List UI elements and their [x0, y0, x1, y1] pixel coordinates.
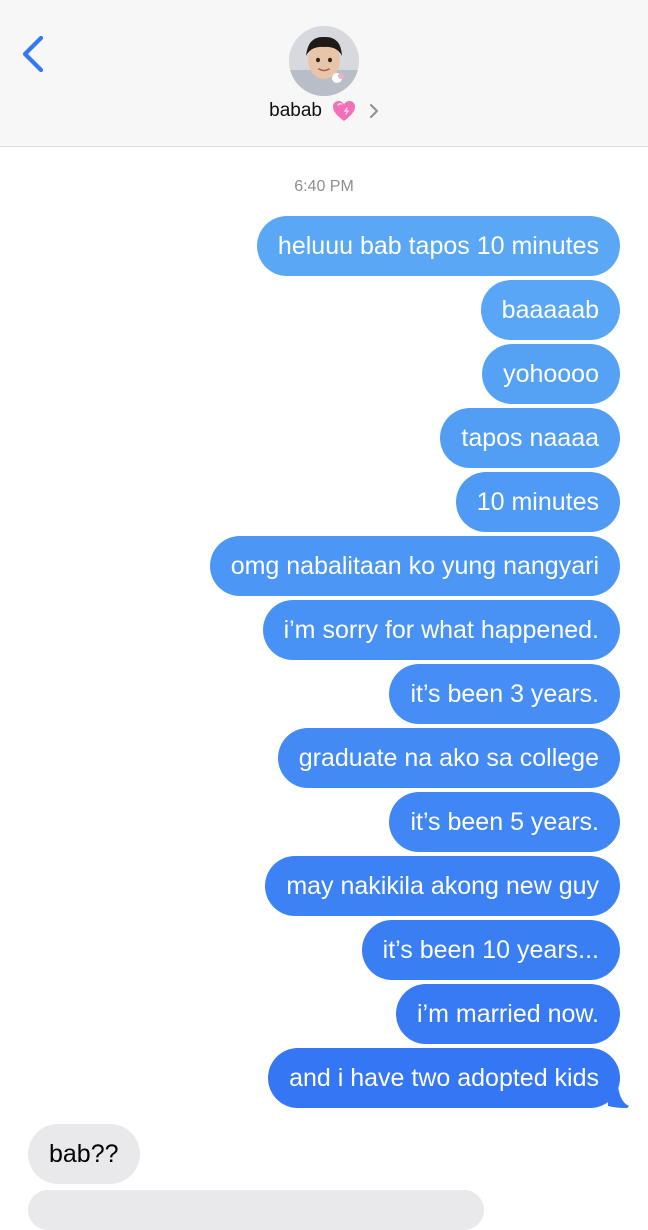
sent-message-bubble[interactable]: tapos naaaa	[440, 408, 620, 468]
sent-message-bubble[interactable]: may nakikila akong new guy	[265, 856, 620, 916]
conversation-header: babab	[0, 0, 648, 147]
chevron-left-icon	[22, 35, 44, 73]
sent-message-bubble[interactable]: i’m sorry for what happened.	[262, 600, 620, 660]
message-timestamp: 6:40 PM	[294, 178, 354, 195]
sent-message-bubble[interactable]: baaaaab	[480, 280, 620, 340]
sent-message-bubble[interactable]: it’s been 3 years.	[389, 664, 620, 724]
received-message-bubble[interactable]: bab??	[28, 1124, 140, 1184]
contact-photo	[289, 26, 359, 96]
sent-message-bubble[interactable]: it’s been 10 years...	[361, 920, 620, 980]
sent-message-bubble[interactable]: omg nabalitaan ko yung nangyari	[209, 536, 620, 596]
sent-message-bubble[interactable]: 10 minutes	[455, 472, 620, 532]
sent-message-bubble[interactable]: i’m married now.	[396, 984, 620, 1044]
contact-name: babab	[269, 100, 322, 121]
sent-message-bubble[interactable]: graduate na ako sa college	[277, 728, 620, 788]
sent-message-bubble[interactable]: and i have two adopted kids	[268, 1048, 620, 1108]
pink-heart-icon	[333, 101, 356, 121]
sent-message-bubble[interactable]: yohoooo	[482, 344, 620, 404]
chevron-right-icon	[369, 104, 378, 118]
back-button[interactable]	[14, 30, 54, 80]
contact-info-button[interactable]: babab	[0, 100, 648, 132]
received-message-bubble-partial[interactable]	[28, 1190, 484, 1230]
avatar[interactable]	[289, 26, 359, 96]
sent-message-bubble[interactable]: heluuu bab tapos 10 minutes	[256, 216, 620, 276]
sent-message-bubble[interactable]: it’s been 5 years.	[389, 792, 620, 852]
bubble-tail	[608, 1086, 629, 1108]
